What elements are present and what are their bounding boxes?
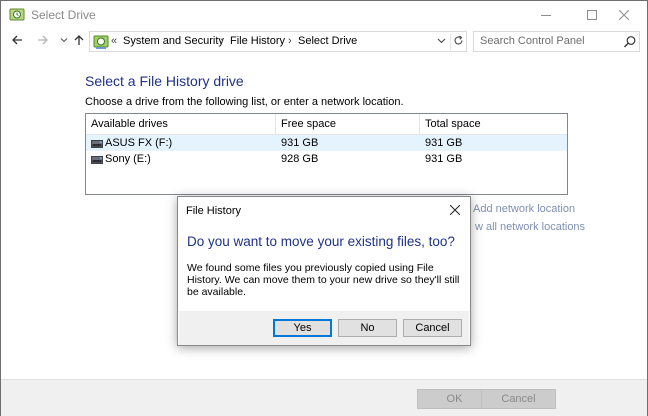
breadcrumb-select-drive[interactable]: Select Drive: [298, 35, 357, 47]
column-header-total-space[interactable]: Total space: [420, 114, 567, 135]
address-dropdown-button[interactable]: [434, 34, 448, 50]
address-bar[interactable]: « System and Security › File History › S…: [89, 31, 467, 52]
breadcrumb-separator[interactable]: ›: [220, 35, 224, 47]
dialog-cancel-button[interactable]: Cancel: [403, 319, 462, 337]
recent-locations-button[interactable]: [56, 33, 72, 49]
drive-total-space: 931 GB: [425, 137, 463, 149]
select-drive-window: Select Drive « System and Security › Fil…: [0, 0, 648, 416]
chevron-down-icon: [60, 35, 68, 47]
forward-button[interactable]: [35, 33, 51, 49]
refresh-button[interactable]: [450, 34, 466, 50]
close-icon: [619, 9, 629, 20]
dialog-heading: Do you want to move your existing files,…: [187, 234, 455, 249]
minimize-button[interactable]: [523, 1, 569, 28]
column-header-free-space[interactable]: Free space: [276, 114, 420, 135]
cancel-button[interactable]: Cancel: [481, 389, 556, 409]
breadcrumb-system-and-security[interactable]: System and Security: [123, 35, 224, 47]
instructions-text: Choose a drive from the following list, …: [85, 96, 404, 108]
close-button[interactable]: [601, 1, 647, 28]
search-placeholder: Search Control Panel: [480, 35, 585, 47]
dialog-message: We found some files you previously copie…: [187, 262, 460, 298]
drive-row[interactable]: Sony (E:) 928 GB 931 GB: [86, 151, 567, 167]
navigation-row: « System and Security › File History › S…: [1, 29, 647, 53]
search-icon: [623, 35, 637, 49]
drive-free-space: 928 GB: [281, 153, 319, 165]
no-button[interactable]: No: [338, 319, 397, 337]
dialog-title: File History: [186, 205, 242, 217]
drive-icon: [91, 155, 103, 164]
breadcrumb-file-history[interactable]: File History: [230, 35, 285, 47]
title-bar: Select Drive: [1, 1, 647, 28]
window-title: Select Drive: [31, 8, 96, 22]
arrow-right-icon: [37, 34, 49, 49]
drive-list-header: Available drives Free space Total space: [86, 114, 567, 135]
drive-list[interactable]: Available drives Free space Total space …: [85, 113, 568, 195]
maximize-icon: [587, 9, 597, 20]
dialog-close-button[interactable]: [446, 202, 464, 220]
drive-free-space: 931 GB: [281, 137, 319, 149]
search-input[interactable]: Search Control Panel: [473, 31, 640, 52]
drive-row[interactable]: ASUS FX (F:) 931 GB 931 GB: [86, 135, 567, 151]
breadcrumb-separator[interactable]: ›: [288, 35, 292, 47]
yes-button[interactable]: Yes: [273, 319, 332, 337]
up-button[interactable]: [71, 33, 87, 49]
add-network-location-link[interactable]: Add network location: [473, 203, 575, 215]
minimize-icon: [541, 10, 551, 20]
file-history-app-icon: [9, 7, 25, 23]
column-header-available-drives[interactable]: Available drives: [86, 114, 276, 135]
control-panel-icon: [93, 34, 109, 50]
bottom-button-bar: OK Cancel: [1, 379, 647, 416]
refresh-icon: [453, 35, 464, 49]
drive-name: Sony (E:): [105, 153, 151, 165]
drive-name: ASUS FX (F:): [105, 137, 173, 149]
breadcrumb-overflow[interactable]: «: [111, 35, 117, 47]
show-all-network-locations-link[interactable]: w all network locations: [475, 221, 585, 233]
back-button[interactable]: [9, 33, 25, 49]
drive-icon: [91, 139, 103, 148]
arrow-up-icon: [73, 34, 85, 49]
arrow-left-icon: [11, 34, 23, 49]
dialog-footer: Yes No Cancel: [179, 311, 469, 345]
page-title: Select a File History drive: [85, 73, 244, 89]
chevron-down-icon: [437, 36, 446, 48]
move-files-dialog: File History Do you want to move your ex…: [177, 196, 471, 346]
drive-total-space: 931 GB: [425, 153, 463, 165]
close-icon: [449, 204, 461, 218]
